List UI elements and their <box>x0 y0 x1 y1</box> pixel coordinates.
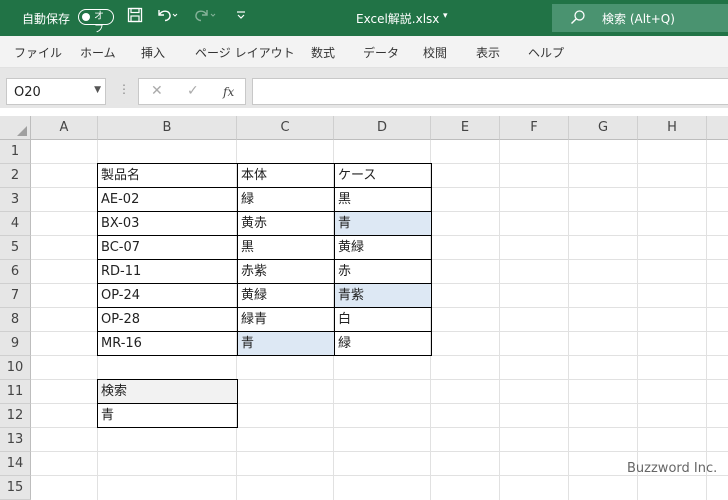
row-header-2[interactable]: 2 <box>0 164 31 188</box>
cell-c8[interactable]: 緑青 <box>237 307 335 332</box>
cell-c7[interactable]: 黄緑 <box>237 283 335 308</box>
cell-d8[interactable]: 白 <box>334 307 432 332</box>
tab-view[interactable]: 表示 <box>476 44 500 61</box>
tab-help[interactable]: ヘルプ <box>528 44 564 61</box>
cell-c9[interactable]: 青 <box>237 331 335 356</box>
cell-d6[interactable]: 赤 <box>334 259 432 284</box>
cell-b6[interactable]: RD-11 <box>97 259 238 284</box>
name-box-value: O20 <box>14 85 41 100</box>
select-all-icon <box>17 126 27 136</box>
row-header-10[interactable]: 10 <box>0 356 31 380</box>
row-header-1[interactable]: 1 <box>0 140 31 164</box>
watermark: Buzzword Inc. <box>627 461 718 476</box>
file-name[interactable]: Excel解説.xlsx <box>356 10 439 27</box>
gridline <box>568 140 569 500</box>
autosave-label: 自動保存 <box>22 12 71 26</box>
name-box[interactable]: O20 ▼ <box>6 78 106 105</box>
gridline <box>31 475 728 476</box>
column-header-e[interactable]: E <box>431 116 500 140</box>
cell-b5[interactable]: BC-07 <box>97 235 238 260</box>
row-header-3[interactable]: 3 <box>0 188 31 212</box>
gridline <box>637 140 638 500</box>
chevron-down-icon[interactable]: ▼ <box>94 85 101 95</box>
row-header-9[interactable]: 9 <box>0 332 31 356</box>
redo-icon[interactable] <box>194 7 216 28</box>
row-header-5[interactable]: 5 <box>0 236 31 260</box>
cell-d4[interactable]: 青 <box>334 211 432 236</box>
cell-b4[interactable]: BX-03 <box>97 211 238 236</box>
toggle-knob <box>82 12 90 21</box>
tab-page-layout[interactable]: ページ レイアウト <box>195 44 295 61</box>
column-header-b[interactable]: B <box>98 116 237 140</box>
tab-insert[interactable]: 挿入 <box>141 44 165 61</box>
column-header-d[interactable]: D <box>334 116 431 140</box>
tab-review[interactable]: 校閲 <box>423 44 447 61</box>
cell-c3[interactable]: 緑 <box>237 187 335 212</box>
undo-icon[interactable] <box>156 7 178 28</box>
row-header-13[interactable]: 13 <box>0 428 31 452</box>
autosave-state: オフ <box>94 11 104 35</box>
gridline <box>499 140 500 500</box>
gridline <box>706 140 707 500</box>
cell-c6[interactable]: 赤紫 <box>237 259 335 284</box>
row-header-15[interactable]: 15 <box>0 476 31 500</box>
formula-input[interactable] <box>252 78 728 105</box>
search-icon <box>570 9 586 29</box>
save-icon[interactable] <box>127 7 143 28</box>
title-bar: 自動保存 オフ Excel解説.xlsx ▾ 検索 (Alt+Q) <box>0 0 728 36</box>
cell-c5[interactable]: 黒 <box>237 235 335 260</box>
row-header-6[interactable]: 6 <box>0 260 31 284</box>
cell-c2[interactable]: 本体 <box>237 163 335 188</box>
cell-d3[interactable]: 黒 <box>334 187 432 212</box>
row-header-8[interactable]: 8 <box>0 308 31 332</box>
gridline <box>31 451 728 452</box>
cancel-icon[interactable]: ✕ <box>151 83 163 99</box>
cell-d5[interactable]: 黄緑 <box>334 235 432 260</box>
cell-d9[interactable]: 緑 <box>334 331 432 356</box>
cell-d7[interactable]: 青紫 <box>334 283 432 308</box>
tab-formulas[interactable]: 数式 <box>311 44 335 61</box>
autosave-toggle[interactable]: オフ <box>78 9 114 35</box>
ribbon-tabs: ファイル ホーム 挿入 ページ レイアウト 数式 データ 校閲 表示 ヘルプ <box>0 36 728 68</box>
ribbon-gap <box>0 68 728 76</box>
row-header-11[interactable]: 11 <box>0 380 31 404</box>
cell-b2[interactable]: 製品名 <box>97 163 238 188</box>
cell-b3[interactable]: AE-02 <box>97 187 238 212</box>
cell-b9[interactable]: MR-16 <box>97 331 238 356</box>
cell-b7[interactable]: OP-24 <box>97 283 238 308</box>
more-options-icon[interactable]: ⋮ <box>118 82 130 96</box>
column-header-f[interactable]: F <box>500 116 569 140</box>
row-header-4[interactable]: 4 <box>0 212 31 236</box>
search-box[interactable]: 検索 (Alt+Q) <box>552 4 728 32</box>
column-header-h[interactable]: H <box>638 116 707 140</box>
cell-b11[interactable]: 検索 <box>97 379 238 404</box>
cell-c4[interactable]: 黄赤 <box>237 211 335 236</box>
insert-function-button[interactable]: fx <box>223 85 234 99</box>
tab-file[interactable]: ファイル <box>14 44 62 61</box>
cell-b12[interactable]: 青 <box>97 403 238 428</box>
formula-buttons: ✕ ✓ fx <box>138 78 246 105</box>
cell-b8[interactable]: OP-28 <box>97 307 238 332</box>
row-header-12[interactable]: 12 <box>0 404 31 428</box>
customize-toolbar-icon[interactable] <box>236 7 246 27</box>
select-all-button[interactable] <box>0 116 31 140</box>
column-header-g[interactable]: G <box>569 116 638 140</box>
chevron-down-icon[interactable]: ▾ <box>443 11 448 21</box>
column-header-c[interactable]: C <box>237 116 334 140</box>
formula-bar: O20 ▼ ⋮ ✕ ✓ fx <box>0 76 728 108</box>
tab-home[interactable]: ホーム <box>80 44 116 61</box>
row-header-7[interactable]: 7 <box>0 284 31 308</box>
search-placeholder: 検索 (Alt+Q) <box>602 12 675 26</box>
confirm-icon[interactable]: ✓ <box>187 83 199 99</box>
tab-data[interactable]: データ <box>363 44 399 61</box>
column-header-a[interactable]: A <box>31 116 98 140</box>
column-header-partial <box>707 116 728 140</box>
row-header-14[interactable]: 14 <box>0 452 31 476</box>
cell-d2[interactable]: ケース <box>334 163 432 188</box>
